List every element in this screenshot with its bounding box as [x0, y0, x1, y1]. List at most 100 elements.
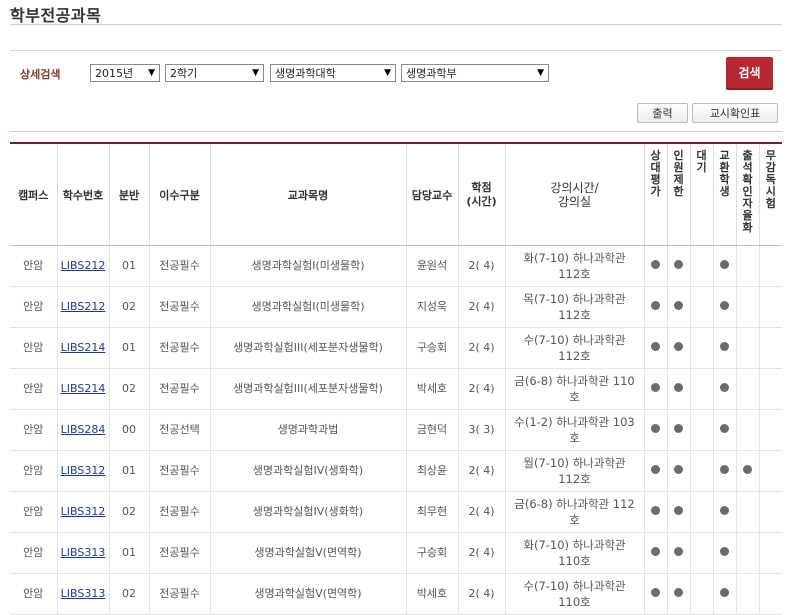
- cell-section: 00: [109, 409, 150, 451]
- cell-time-room: 수(7-10) 하나과학관 110호: [505, 573, 645, 615]
- cell-time-room: 화(7-10) 하나과학관 112호: [505, 245, 645, 287]
- status-dot-icon: [674, 506, 683, 515]
- cell-course-code: LIBS284: [57, 409, 110, 451]
- page-title: 학부전공과목: [10, 6, 102, 25]
- course-code-link[interactable]: LIBS284: [61, 423, 106, 436]
- status-dot-icon: [651, 588, 660, 597]
- table-row: 안암 LIBS313 01 전공필수 생명과학실험V(면역학) 구승회 2( 4) 화(7-1…: [10, 532, 782, 574]
- cell-course-code: LIBS312: [57, 450, 110, 492]
- cell-waitlist: [690, 409, 714, 451]
- cell-attendance: [736, 327, 760, 369]
- status-dot-icon: [720, 424, 729, 433]
- cell-enroll-limit: [667, 409, 691, 451]
- cell-relative-eval: [644, 450, 668, 492]
- cell-course-name: 생명과학실험IV(생화학): [210, 491, 407, 533]
- college-select[interactable]: 생명과학대학 ▼: [270, 64, 396, 82]
- status-dot-icon: [651, 465, 660, 474]
- cell-attendance: [736, 491, 760, 533]
- cell-course-name: 생명과학실험III(세포분자생물학): [210, 327, 407, 369]
- cell-type: 전공필수: [149, 573, 211, 615]
- cell-type: 전공필수: [149, 450, 211, 492]
- cell-waitlist: [690, 368, 714, 410]
- course-code-link[interactable]: LIBS313: [61, 546, 106, 559]
- table-row: 안암 LIBS212 02 전공필수 생명과학실험I(미생물학) 지성욱 2( 4) 목(7-…: [10, 286, 782, 328]
- cell-type: 전공선택: [149, 409, 211, 451]
- cell-credit: 2( 4): [458, 573, 506, 615]
- cell-course-code: LIBS212: [57, 245, 110, 287]
- department-select[interactable]: 생명과학부 ▼: [401, 64, 549, 82]
- cell-campus: 안암: [10, 245, 58, 287]
- cell-enroll-limit: [667, 573, 691, 615]
- cell-exchange: [713, 368, 737, 410]
- course-code-link[interactable]: LIBS214: [61, 341, 106, 354]
- course-code-link[interactable]: LIBS313: [61, 587, 106, 600]
- chevron-down-icon: ▼: [252, 68, 259, 78]
- cell-no-supervision: [759, 491, 782, 533]
- cell-relative-eval: [644, 368, 668, 410]
- cell-professor: 최상윤: [406, 450, 459, 492]
- cell-no-supervision: [759, 245, 782, 287]
- status-dot-icon: [651, 383, 660, 392]
- cell-enroll-limit: [667, 491, 691, 533]
- print-button[interactable]: 출력: [637, 103, 688, 123]
- cell-no-supervision: [759, 573, 782, 615]
- syllabus-button[interactable]: 교시확인표: [692, 103, 778, 123]
- cell-exchange: [713, 450, 737, 492]
- cell-credit: 2( 4): [458, 245, 506, 287]
- course-code-link[interactable]: LIBS312: [61, 505, 106, 518]
- cell-enroll-limit: [667, 450, 691, 492]
- course-code-link[interactable]: LIBS212: [61, 300, 106, 313]
- cell-campus: 안암: [10, 450, 58, 492]
- search-button[interactable]: 검색: [726, 57, 773, 90]
- table-header-row: 캠퍼스 학수번호 분반 이수구분 교과목명 담당교수 학점 (시간) 강의시간/…: [10, 144, 782, 246]
- cell-time-room: 금(6-8) 하나과학관 112 호: [505, 491, 645, 533]
- cell-exchange: [713, 409, 737, 451]
- cell-enroll-limit: [667, 532, 691, 574]
- cell-course-name: 생명과학과법: [210, 409, 407, 451]
- cell-campus: 안암: [10, 491, 58, 533]
- cell-section: 01: [109, 532, 150, 574]
- cell-professor: 금현덕: [406, 409, 459, 451]
- cell-course-code: LIBS214: [57, 368, 110, 410]
- col-exchange: 교환학생: [713, 144, 737, 246]
- col-type: 이수구분: [149, 144, 211, 246]
- course-table: 캠퍼스 학수번호 분반 이수구분 교과목명 담당교수 학점 (시간) 강의시간/…: [10, 144, 782, 615]
- cell-type: 전공필수: [149, 491, 211, 533]
- cell-course-name: 생명과학실험V(면역학): [210, 532, 407, 574]
- cell-time-room: 화(7-10) 하나과학관 110호: [505, 532, 645, 574]
- grid-top-divider: [10, 131, 782, 132]
- cell-attendance: [736, 573, 760, 615]
- cell-course-code: LIBS313: [57, 573, 110, 615]
- chevron-down-icon: ▼: [537, 68, 544, 78]
- semester-select[interactable]: 2학기 ▼: [165, 64, 264, 82]
- col-name: 교과목명: [210, 144, 407, 246]
- status-dot-icon: [720, 588, 729, 597]
- col-wait: 대기: [690, 144, 714, 246]
- status-dot-icon: [720, 383, 729, 392]
- cell-no-supervision: [759, 532, 782, 574]
- cell-attendance: [736, 368, 760, 410]
- status-dot-icon: [674, 424, 683, 433]
- cell-exchange: [713, 245, 737, 287]
- cell-no-supervision: [759, 368, 782, 410]
- cell-time-room: 목(7-10) 하나과학관 112호: [505, 286, 645, 328]
- table-row: 안암 LIBS284 00 전공선택 생명과학과법 금현덕 3( 3) 수(1-2) 하나과학…: [10, 409, 782, 451]
- cell-waitlist: [690, 327, 714, 369]
- col-section: 분반: [109, 144, 150, 246]
- cell-course-name: 생명과학실험I(미생물학): [210, 245, 407, 287]
- col-relative: 상대평가: [644, 144, 668, 246]
- course-code-link[interactable]: LIBS212: [61, 259, 106, 272]
- cell-section: 01: [109, 450, 150, 492]
- status-dot-icon: [720, 465, 729, 474]
- course-code-link[interactable]: LIBS214: [61, 382, 106, 395]
- course-code-link[interactable]: LIBS312: [61, 464, 106, 477]
- cell-relative-eval: [644, 409, 668, 451]
- cell-section: 01: [109, 245, 150, 287]
- col-campus: 캠퍼스: [10, 144, 58, 246]
- year-value: 2015년: [95, 67, 134, 80]
- status-dot-icon: [651, 260, 660, 269]
- cell-waitlist: [690, 573, 714, 615]
- cell-exchange: [713, 491, 737, 533]
- year-select[interactable]: 2015년 ▼: [90, 64, 160, 82]
- cell-type: 전공필수: [149, 245, 211, 287]
